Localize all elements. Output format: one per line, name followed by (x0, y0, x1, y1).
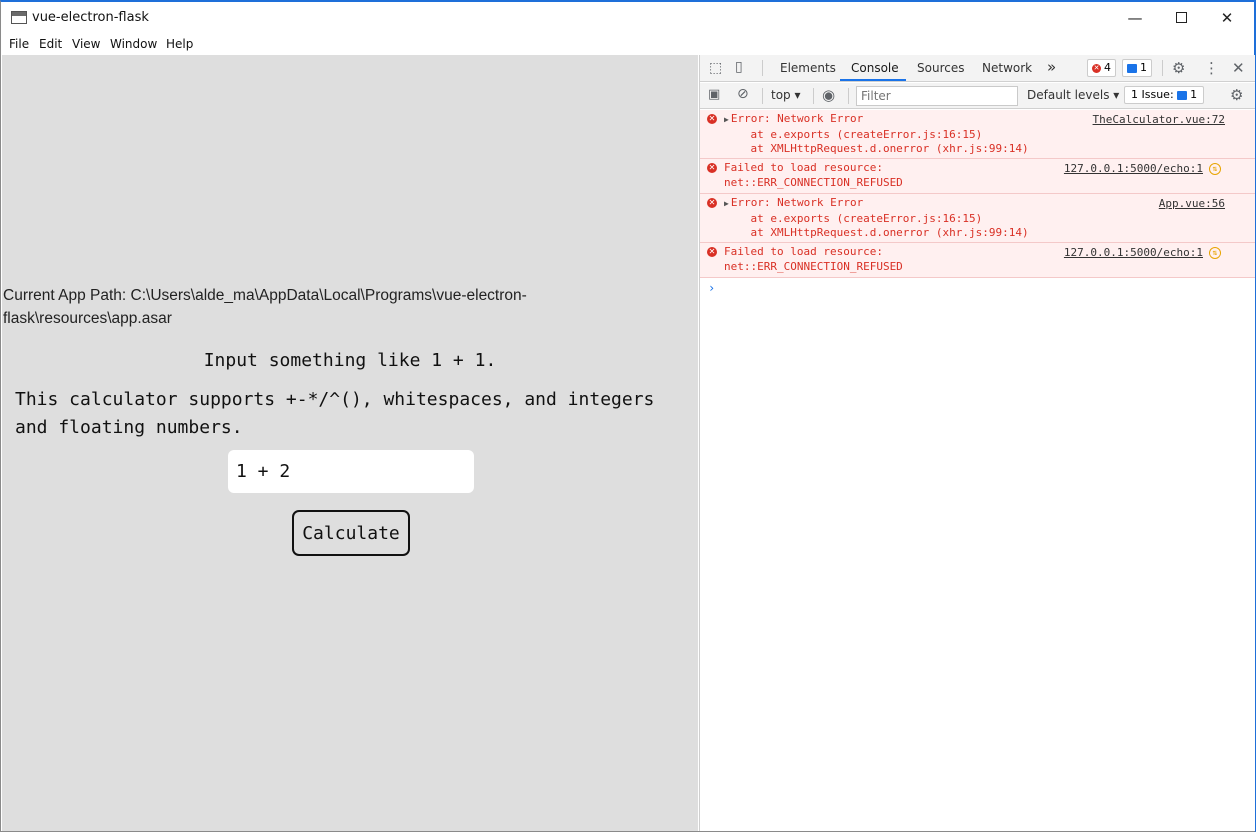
console-error-entry[interactable]: ✕ ▶ Error: Network Error at e.exports (cr… (700, 110, 1255, 159)
app-content: Current App Path: C:\Users\alde_ma\AppDa… (2, 55, 698, 831)
active-tab-indicator (840, 79, 906, 81)
error-icon: ✕ (707, 114, 717, 124)
window-title: vue-electron-flask (32, 10, 149, 25)
eye-icon[interactable]: ◉ (822, 86, 835, 104)
issue-message-icon (1177, 90, 1188, 100)
divider (762, 88, 763, 104)
menu-file[interactable]: File (9, 37, 29, 51)
console-prompt[interactable]: › (700, 278, 1255, 298)
expand-triangle-icon[interactable]: ▶ (724, 115, 729, 124)
app-path-text: Current App Path: C:\Users\alde_ma\AppDa… (3, 287, 527, 327)
calculate-button[interactable]: Calculate (292, 510, 410, 556)
settings-gear-icon[interactable]: ⚙ (1172, 59, 1185, 77)
error-message: Error: Network Error (730, 112, 864, 125)
maximize-button[interactable] (1158, 2, 1204, 34)
error-icon: ✕ (707, 198, 717, 208)
more-tabs-button[interactable]: » (1047, 58, 1056, 76)
error-detail: net::ERR_CONNECTION_REFUSED (724, 175, 903, 189)
hint-supported-ops: This calculator supports +-*/^(), whites… (15, 389, 655, 438)
menu-view[interactable]: View (72, 37, 100, 51)
stack-frame: at e.exports (createError.js:16:15) (724, 211, 983, 225)
console-filter-input[interactable]: Filter (856, 86, 1018, 106)
network-request-icon[interactable]: ⇅ (1209, 247, 1221, 259)
error-icon: ✕ (1092, 63, 1101, 73)
inspect-element-icon[interactable]: ⬚ (709, 60, 722, 76)
tab-console[interactable]: Console (851, 61, 899, 75)
tab-sources[interactable]: Sources (917, 61, 964, 75)
message-icon (1127, 63, 1137, 73)
divider (813, 88, 814, 104)
error-icon: ✕ (707, 163, 717, 173)
message-count-badge[interactable]: 1 (1122, 59, 1152, 77)
divider (762, 60, 763, 76)
divider (1162, 60, 1163, 76)
clear-console-icon[interactable]: ⊘ (737, 86, 749, 102)
source-link[interactable]: 127.0.0.1:5000/echo:1 (1064, 246, 1203, 259)
console-error-entry[interactable]: ✕ Failed to load resource: net::ERR_CONN… (700, 159, 1255, 194)
minimize-button[interactable]: — (1112, 2, 1158, 34)
log-levels-dropdown[interactable]: Default levels ▾ (1027, 88, 1119, 102)
console-settings-icon[interactable]: ⚙ (1230, 86, 1243, 104)
source-link[interactable]: 127.0.0.1:5000/echo:1 (1064, 162, 1203, 175)
sidebar-toggle-icon[interactable]: ▣ (708, 87, 720, 102)
source-link[interactable]: App.vue:56 (1159, 197, 1225, 210)
error-icon: ✕ (707, 247, 717, 257)
device-toolbar-icon[interactable]: ▯ (735, 59, 743, 75)
devtools-tab-bar: ⬚ ▯ Elements Console Sources Network » ✕… (700, 55, 1255, 82)
devtools-panel: ⬚ ▯ Elements Console Sources Network » ✕… (699, 55, 1255, 831)
app-window: vue-electron-flask — ✕ File Edit View Wi… (0, 0, 1256, 832)
console-error-entry[interactable]: ✕ Failed to load resource: net::ERR_CONN… (700, 243, 1255, 278)
stack-frame: at XMLHttpRequest.d.onerror (xhr.js:99:1… (724, 226, 1029, 239)
tab-network[interactable]: Network (982, 61, 1032, 75)
error-detail: net::ERR_CONNECTION_REFUSED (724, 259, 903, 273)
expand-triangle-icon[interactable]: ▶ (724, 199, 729, 208)
stack-frame: at XMLHttpRequest.d.onerror (xhr.js:99:1… (724, 142, 1029, 155)
maximize-icon (1175, 11, 1187, 23)
error-message: Error: Network Error (730, 196, 864, 209)
close-button[interactable]: ✕ (1204, 2, 1250, 34)
context-selector[interactable]: top ▾ (771, 88, 801, 102)
console-error-entry[interactable]: ✕ ▶ Error: Network Error at e.exports (cr… (700, 194, 1255, 243)
issues-button[interactable]: 1 Issue: 1 (1124, 86, 1205, 104)
menu-edit[interactable]: Edit (39, 37, 62, 51)
expression-input[interactable] (228, 450, 474, 493)
issues-label: 1 Issue: (1131, 88, 1174, 101)
console-toolbar: ▣ ⊘ top ▾ ◉ Filter Default levels ▾ 1 Is… (700, 83, 1255, 109)
menu-bar: File Edit View Window Help (1, 34, 1254, 54)
error-count-badge[interactable]: ✕ 4 (1087, 59, 1116, 77)
hint-example: Input something like 1 + 1. (203, 350, 497, 371)
more-options-icon[interactable]: ⋮ (1204, 59, 1219, 77)
app-window-icon (11, 11, 27, 24)
source-link[interactable]: TheCalculator.vue:72 (1093, 113, 1225, 126)
error-count: 4 (1104, 61, 1111, 74)
title-bar[interactable]: vue-electron-flask — ✕ (1, 2, 1254, 34)
menu-help[interactable]: Help (166, 37, 193, 51)
menu-window[interactable]: Window (110, 37, 157, 51)
network-request-icon[interactable]: ⇅ (1209, 163, 1221, 175)
tab-elements[interactable]: Elements (780, 61, 836, 75)
close-devtools-icon[interactable]: ✕ (1232, 59, 1245, 77)
stack-frame: at e.exports (createError.js:16:15) (724, 127, 983, 141)
issues-count: 1 (1190, 88, 1198, 101)
divider (848, 88, 849, 104)
console-output: ✕ ▶ Error: Network Error at e.exports (cr… (700, 110, 1255, 298)
message-count: 1 (1140, 61, 1147, 74)
